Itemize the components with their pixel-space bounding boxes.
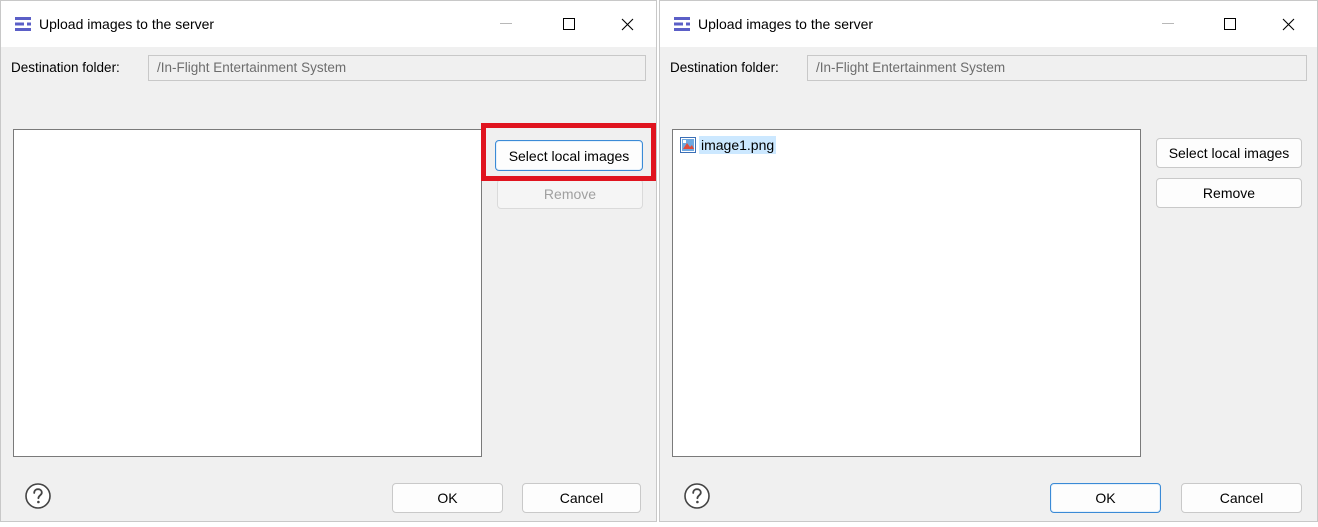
app-icon (15, 17, 31, 31)
list-item[interactable]: image1.png (680, 135, 777, 155)
minimize-icon (1162, 23, 1174, 24)
image-list[interactable] (13, 129, 482, 457)
maximize-icon (563, 18, 575, 30)
upload-dialog-left: Upload images to the server Destination … (0, 0, 657, 522)
title-bar: Upload images to the server (1, 1, 656, 47)
ok-button[interactable]: OK (1050, 483, 1161, 513)
title-bar: Upload images to the server (660, 1, 1317, 47)
remove-button[interactable]: Remove (1156, 178, 1302, 208)
image-list[interactable]: image1.png (672, 129, 1141, 457)
destination-row: Destination folder: /In-Flight Entertain… (11, 55, 646, 81)
highlight-annotation (481, 123, 656, 181)
close-icon (1282, 18, 1294, 30)
close-button[interactable] (604, 1, 650, 47)
minimize-button[interactable] (1145, 1, 1191, 47)
maximize-button[interactable] (1207, 1, 1253, 47)
destination-row: Destination folder: /In-Flight Entertain… (670, 55, 1307, 81)
close-icon (621, 18, 633, 30)
ok-button[interactable]: OK (392, 483, 503, 513)
destination-folder-field: /In-Flight Entertainment System (807, 55, 1307, 81)
window-title: Upload images to the server (39, 16, 215, 32)
destination-folder-field: /In-Flight Entertainment System (148, 55, 646, 81)
select-local-images-button[interactable]: Select local images (1156, 138, 1302, 168)
help-icon[interactable] (683, 482, 711, 510)
image-file-icon (680, 137, 696, 153)
cancel-button[interactable]: Cancel (522, 483, 641, 513)
file-name: image1.png (699, 136, 777, 154)
help-icon[interactable] (24, 482, 52, 510)
minimize-button[interactable] (483, 1, 529, 47)
upload-dialog-right: Upload images to the server Destination … (659, 0, 1318, 522)
minimize-icon (500, 23, 512, 24)
remove-button[interactable]: Remove (497, 179, 643, 209)
app-icon (674, 17, 690, 31)
maximize-icon (1224, 18, 1236, 30)
destination-folder-label: Destination folder: (670, 60, 779, 75)
close-button[interactable] (1265, 1, 1311, 47)
window-title: Upload images to the server (698, 16, 874, 32)
cancel-button[interactable]: Cancel (1181, 483, 1302, 513)
maximize-button[interactable] (546, 1, 592, 47)
destination-folder-label: Destination folder: (11, 60, 120, 75)
